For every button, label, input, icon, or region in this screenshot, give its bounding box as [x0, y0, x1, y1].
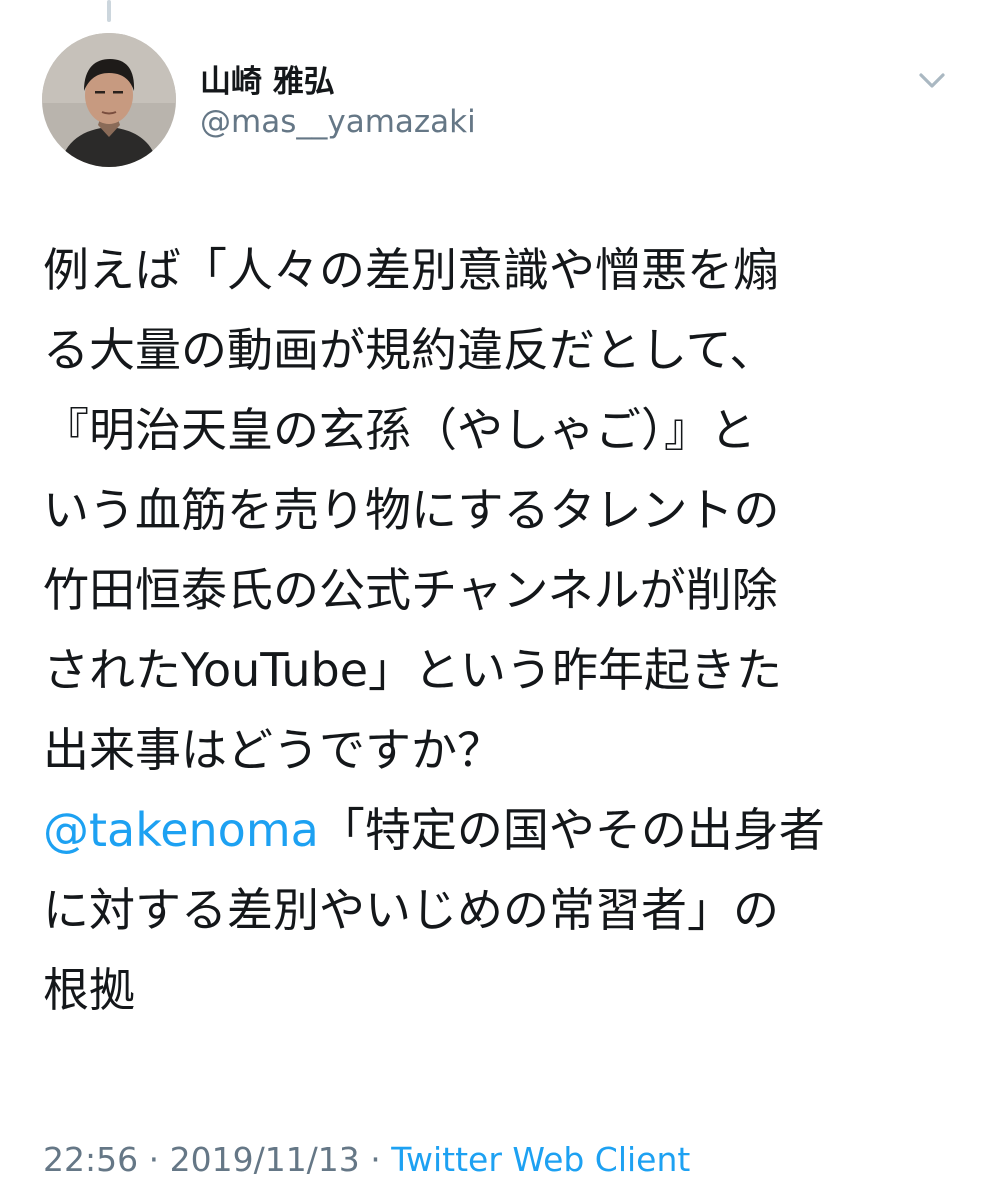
chevron-down-icon[interactable]	[914, 64, 950, 98]
tweet-line: いう血筋を売り物にするタレントの	[43, 483, 780, 537]
tweet-date[interactable]: 2019/11/13	[170, 1140, 360, 1179]
author-handle[interactable]: @mas__yamazaki	[200, 104, 476, 140]
tweet-line: 竹田恒泰氏の公式チャンネルが削除	[43, 563, 778, 617]
tweet-line: 『明治天皇の玄孫（やしゃご）』と	[43, 403, 756, 457]
separator: ·	[138, 1140, 170, 1179]
mention-link[interactable]: @takenoma	[43, 803, 319, 857]
tweet-line: に対する差別やいじめの常習者」の	[43, 883, 779, 937]
author-display-name[interactable]: 山崎 雅弘	[200, 56, 335, 101]
tweet-line: 出来事はどうですか？	[43, 723, 503, 777]
client-link[interactable]: Twitter Web Client	[391, 1140, 690, 1179]
tweet-time[interactable]: 22:56	[43, 1140, 138, 1179]
separator: ·	[359, 1140, 392, 1179]
profile-photo-icon	[42, 33, 176, 167]
tweet-line: 根拠	[43, 963, 135, 1017]
tweet-line: る大量の動画が規約違反だとして、	[43, 323, 776, 377]
tweet-metadata: 22:56 · 2019/11/13 · Twitter Web Client	[43, 1140, 690, 1179]
tweet-line: されたYouTube」という昨年起きた	[43, 643, 783, 697]
avatar[interactable]	[42, 33, 176, 167]
tweet-line: 例えば「人々の差別意識や憎悪を煽	[43, 243, 779, 297]
tweet-line: @takenoma「特定の国やその出身者	[43, 803, 825, 857]
tweet-text: 例えば「人々の差別意識や憎悪を煽 る大量の動画が規約違反だとして、 『明治天皇の…	[43, 230, 943, 1030]
thread-connector-line	[107, 0, 111, 22]
